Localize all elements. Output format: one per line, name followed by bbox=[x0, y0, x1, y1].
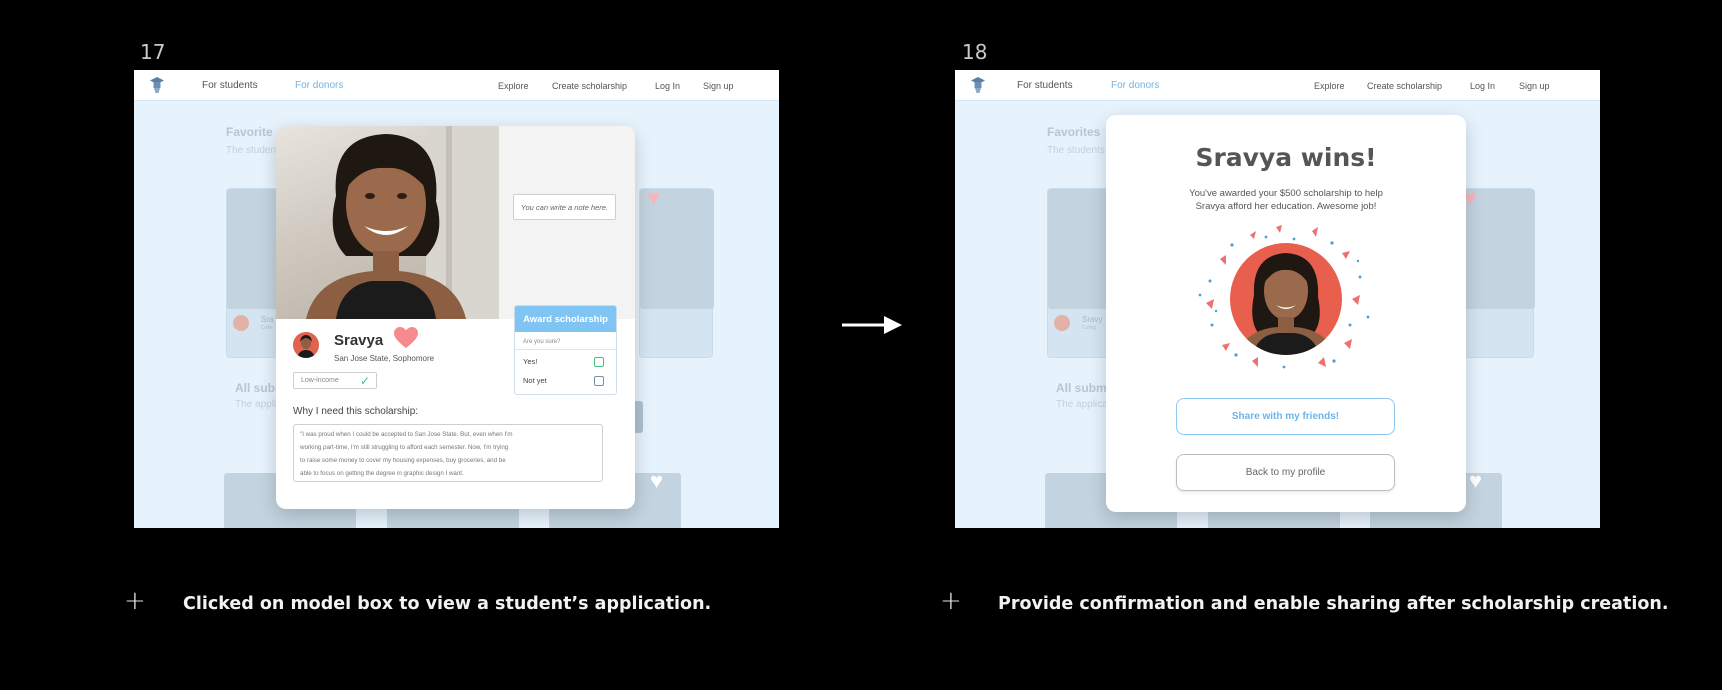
confirm-question: Are you sure? bbox=[523, 339, 561, 345]
caption: Provide confirmation and enable sharing … bbox=[998, 594, 1669, 614]
option-no-label: Not yet bbox=[523, 376, 547, 385]
nav-create-scholarship[interactable]: Create scholarship bbox=[552, 81, 627, 91]
favorite-card[interactable] bbox=[1460, 188, 1535, 358]
favorites-title: Favorite bbox=[226, 125, 273, 139]
screen-17: For students For donors Explore Create s… bbox=[134, 70, 779, 528]
heart-icon[interactable]: ♥ bbox=[1469, 468, 1482, 494]
plus-icon: + bbox=[940, 586, 962, 616]
tag-label: Low-income bbox=[301, 377, 339, 384]
essay-line: to raise some money to cover my housing … bbox=[300, 457, 506, 464]
all-submissions-title: All subm bbox=[1056, 381, 1107, 395]
nav-log-in[interactable]: Log In bbox=[655, 81, 680, 91]
heart-icon[interactable]: ♥ bbox=[647, 185, 660, 211]
option-no-checkbox[interactable] bbox=[594, 376, 604, 386]
essay-line: working part-time, I'm still struggling … bbox=[300, 444, 509, 451]
heart-icon[interactable]: ♥ bbox=[650, 468, 663, 494]
share-with-friends-button[interactable]: Share with my friends! bbox=[1176, 398, 1395, 435]
avatar bbox=[233, 315, 249, 331]
back-to-profile-button[interactable]: Back to my profile bbox=[1176, 454, 1395, 491]
favorite-card[interactable] bbox=[639, 188, 714, 358]
why-title: Why I need this scholarship: bbox=[293, 406, 419, 417]
all-submissions-subtitle: The applic bbox=[235, 399, 282, 410]
nav-for-donors[interactable]: For donors bbox=[1111, 80, 1159, 91]
checkmark-icon: ✓ bbox=[359, 374, 370, 388]
essay-line: "I was proud when I could be accepted to… bbox=[300, 431, 513, 438]
frame-number: 18 bbox=[962, 40, 988, 64]
student-name: Sravya bbox=[334, 332, 384, 349]
winner-portrait-confetti bbox=[1198, 225, 1370, 369]
note-area bbox=[499, 126, 635, 319]
avatar bbox=[293, 332, 319, 358]
plus-icon: + bbox=[124, 586, 146, 616]
nav-log-in[interactable]: Log In bbox=[1470, 81, 1495, 91]
nav-explore[interactable]: Explore bbox=[1314, 81, 1345, 91]
confirmation-modal: Sravya wins! You've awarded your $500 sc… bbox=[1106, 115, 1466, 512]
win-subtitle-line: Sravya afford her education. Awesome job… bbox=[1195, 201, 1377, 212]
note-input[interactable]: You can write a note here. bbox=[513, 194, 616, 220]
nav-for-students[interactable]: For students bbox=[1017, 80, 1073, 91]
card-name: Sravy bbox=[1082, 315, 1103, 324]
screen-18: For students For donors Explore Create s… bbox=[955, 70, 1600, 528]
option-yes-label: Yes! bbox=[523, 357, 538, 366]
card-school: Colleg bbox=[1082, 325, 1097, 331]
heart-icon[interactable] bbox=[393, 326, 419, 350]
favorites-subtitle: The studen bbox=[226, 145, 277, 156]
favorites-title: Favorites bbox=[1047, 125, 1101, 139]
nav-explore[interactable]: Explore bbox=[498, 81, 529, 91]
win-subtitle: You've awarded your $500 scholarship to … bbox=[1166, 187, 1406, 213]
win-subtitle-line: You've awarded your $500 scholarship to … bbox=[1189, 188, 1383, 199]
award-panel: Award scholarship Are you sure? Yes! Not… bbox=[514, 305, 617, 395]
nav-for-donors[interactable]: For donors bbox=[295, 80, 343, 91]
storyboard: 17 For students For donors Explore Creat… bbox=[0, 0, 1722, 690]
nav-sign-up[interactable]: Sign up bbox=[703, 81, 734, 91]
divider bbox=[515, 349, 616, 350]
top-nav: For students For donors Explore Create s… bbox=[134, 70, 779, 101]
all-submissions-subtitle: The applica bbox=[1056, 399, 1108, 410]
application-modal: You can write a note here. Sravya San Jo… bbox=[276, 126, 635, 509]
nav-create-scholarship[interactable]: Create scholarship bbox=[1367, 81, 1442, 91]
frame-number: 17 bbox=[140, 40, 166, 64]
student-portrait-image bbox=[306, 126, 499, 319]
award-scholarship-button[interactable]: Award scholarship bbox=[515, 306, 616, 332]
essay-text: "I was proud when I could be accepted to… bbox=[293, 424, 603, 482]
nav-for-students[interactable]: For students bbox=[202, 80, 258, 91]
low-income-tag: Low-income ✓ bbox=[293, 372, 377, 389]
favorites-subtitle: The students bbox=[1047, 145, 1105, 156]
caption: Clicked on model box to view a student’s… bbox=[183, 594, 712, 614]
essay-line: able to focus on getting the degree in g… bbox=[300, 470, 464, 477]
nav-sign-up[interactable]: Sign up bbox=[1519, 81, 1550, 91]
card-name: Sra bbox=[261, 315, 274, 324]
option-yes-checkbox[interactable] bbox=[594, 357, 604, 367]
student-photo bbox=[276, 126, 499, 319]
card-school: Colle bbox=[261, 325, 273, 331]
graduation-cap-logo-icon[interactable] bbox=[150, 76, 164, 94]
avatar bbox=[1054, 315, 1070, 331]
win-title: Sravya wins! bbox=[1195, 143, 1377, 172]
top-nav: For students For donors Explore Create s… bbox=[955, 70, 1600, 101]
arrow-right-icon bbox=[842, 316, 902, 334]
student-school: San Jose State, Sophomore bbox=[334, 354, 435, 363]
graduation-cap-logo-icon[interactable] bbox=[971, 76, 985, 94]
